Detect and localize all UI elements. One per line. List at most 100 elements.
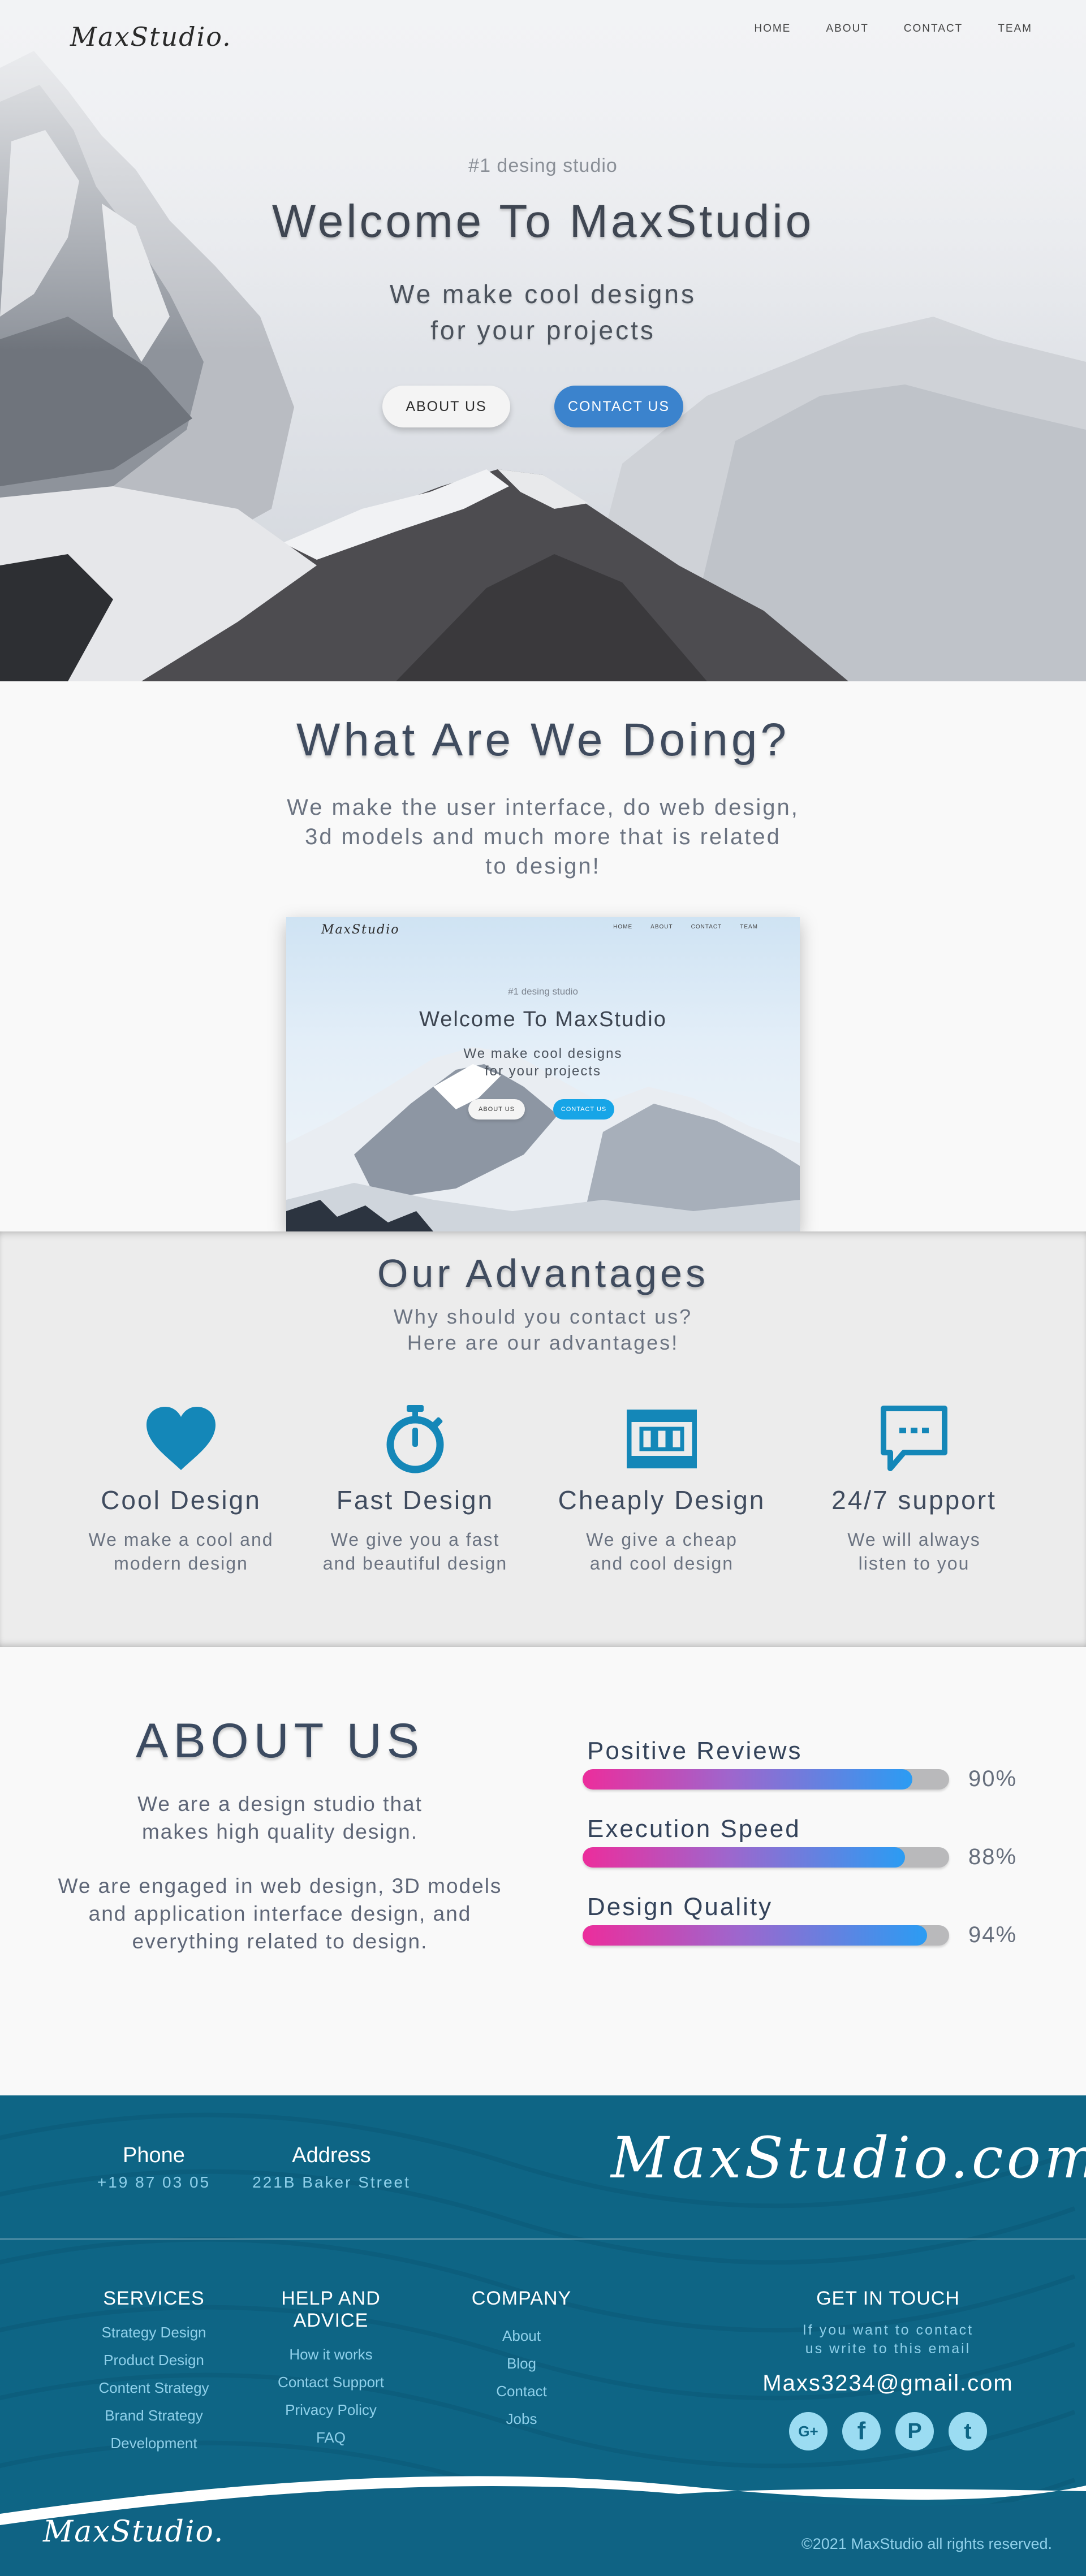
footer-link[interactable]: FAQ bbox=[243, 2424, 419, 2452]
website-preview-image: MaxStudio HOME ABOUT CONTACT TEAM #1 des… bbox=[286, 917, 800, 1231]
nav-team[interactable]: TEAM bbox=[998, 23, 1032, 35]
about-p1-line-1: We are a design studio that bbox=[137, 1792, 423, 1816]
social-links: G+ f P t bbox=[735, 2412, 1041, 2450]
doing-description: We make the user interface, do web desig… bbox=[0, 793, 1086, 881]
preview-subtitle-line-1: We make cool designs bbox=[463, 1046, 623, 1061]
advantage-support: 24/7 support We will always listen to yo… bbox=[790, 1402, 1038, 1575]
pinterest-icon[interactable]: P bbox=[895, 2412, 934, 2450]
contact-email[interactable]: Maxs3234@gmail.com bbox=[735, 2371, 1041, 2396]
advantages-sub-line-2: Here are our advantages! bbox=[407, 1331, 679, 1354]
footer-link[interactable]: Privacy Policy bbox=[243, 2396, 419, 2424]
footer-link[interactable]: Brand Strategy bbox=[75, 2402, 233, 2430]
footer-column-heading: HELP AND ADVICE bbox=[281, 2288, 381, 2331]
footer-link[interactable]: Strategy Design bbox=[75, 2319, 233, 2346]
preview-contact-button: CONTACT US bbox=[553, 1099, 614, 1120]
advantage-desc-line-1: We make a cool and bbox=[88, 1529, 274, 1550]
site-footer: Phone +19 87 03 05 Address 221B Baker St… bbox=[0, 2095, 1086, 2576]
get-in-touch-heading: GET IN TOUCH bbox=[816, 2288, 960, 2309]
about-p1-line-2: makes high quality design. bbox=[141, 1820, 419, 1843]
advantage-desc: We give you a fast and beautiful design bbox=[291, 1528, 540, 1575]
doing-desc-line-3: to design! bbox=[485, 854, 601, 879]
skill-positive-reviews: Positive Reviews 90% bbox=[583, 1737, 1024, 1792]
advantages-subtitle: Why should you contact us? Here are our … bbox=[0, 1304, 1086, 1356]
footer-column-heading: SERVICES bbox=[103, 2288, 205, 2309]
footer-link[interactable]: About bbox=[437, 2322, 606, 2350]
contact-us-button[interactable]: CONTACT US bbox=[554, 386, 683, 427]
skill-progress-fill bbox=[583, 1769, 913, 1790]
advantage-desc-line-2: modern design bbox=[114, 1553, 248, 1574]
footer-link[interactable]: Blog bbox=[437, 2350, 606, 2378]
advantage-desc: We give a cheap and cool design bbox=[537, 1528, 786, 1575]
preview-kicker: #1 desing studio bbox=[508, 986, 578, 997]
about-us-button[interactable]: ABOUT US bbox=[382, 386, 510, 427]
heart-icon bbox=[57, 1402, 305, 1476]
advantage-desc-line-2: listen to you bbox=[858, 1553, 970, 1574]
footer-link[interactable]: Development bbox=[75, 2430, 233, 2457]
advantage-name: Fast Design bbox=[336, 1485, 494, 1515]
footer-column-company: COMPANY About Blog Contact Jobs bbox=[437, 2288, 606, 2433]
nav-home[interactable]: HOME bbox=[754, 23, 791, 35]
skill-label: Execution Speed bbox=[587, 1815, 801, 1843]
footer-link[interactable]: Content Strategy bbox=[75, 2374, 233, 2402]
hero-kicker: #1 desing studio bbox=[468, 155, 618, 176]
skill-progress-bar bbox=[583, 1847, 949, 1868]
doing-desc-line-2: 3d models and much more that is related bbox=[305, 824, 781, 849]
advantages-sub-line-1: Why should you contact us? bbox=[393, 1305, 693, 1328]
address-label: Address bbox=[292, 2143, 371, 2167]
phone-value[interactable]: +19 87 03 05 bbox=[69, 2173, 239, 2192]
skill-progress-fill bbox=[583, 1925, 928, 1946]
skill-row: 88% bbox=[583, 1844, 1024, 1870]
about-title: ABOUT US bbox=[135, 1714, 425, 1768]
footer-link[interactable]: Contact bbox=[437, 2378, 606, 2405]
advantage-fast-design: Fast Design We give you a fast and beaut… bbox=[291, 1402, 540, 1575]
about-p2-line-2: and application interface design, and bbox=[88, 1902, 472, 1925]
footer-link[interactable]: Product Design bbox=[75, 2346, 233, 2374]
advantage-desc: We make a cool and modern design bbox=[57, 1528, 305, 1575]
footer-logo[interactable]: MaxStudio. bbox=[43, 2515, 224, 2549]
nav-contact[interactable]: CONTACT bbox=[904, 23, 963, 35]
skill-percent: 90% bbox=[968, 1766, 1018, 1791]
main-nav: HOME ABOUT CONTACT TEAM bbox=[754, 23, 1032, 35]
get-in-touch-text: If you want to contact us write to this … bbox=[735, 2321, 1041, 2358]
skill-row: 90% bbox=[583, 1766, 1024, 1792]
advantage-desc-line-1: We will always bbox=[847, 1529, 981, 1550]
stopwatch-icon bbox=[291, 1402, 540, 1476]
advantage-desc-line-2: and cool design bbox=[589, 1553, 734, 1574]
google-plus-icon[interactable]: G+ bbox=[789, 2412, 828, 2450]
advantage-desc-line-1: We give a cheap bbox=[586, 1529, 738, 1550]
skill-progress-bar bbox=[583, 1769, 949, 1790]
preview-subtitle: We make cool designs for your projects bbox=[286, 1045, 800, 1080]
site-logo[interactable]: MaxStudio. bbox=[70, 21, 232, 52]
footer-brand: MaxStudio.com bbox=[611, 2125, 1086, 2191]
facebook-icon[interactable]: f bbox=[842, 2412, 881, 2450]
skill-execution-speed: Execution Speed 88% bbox=[583, 1815, 1024, 1870]
footer-column-heading: COMPANY bbox=[471, 2288, 572, 2309]
nav-about[interactable]: ABOUT bbox=[826, 23, 868, 35]
preview-about-button: ABOUT US bbox=[468, 1099, 525, 1120]
preview-nav-home: HOME bbox=[613, 924, 633, 930]
twitter-icon[interactable]: t bbox=[949, 2412, 987, 2450]
get-in-touch-line-1: If you want to contact bbox=[802, 2322, 974, 2338]
preview-nav: HOME ABOUT CONTACT TEAM bbox=[613, 924, 758, 930]
footer-link-list: How it works Contact Support Privacy Pol… bbox=[243, 2341, 419, 2452]
about-p2-line-3: everything related to design. bbox=[132, 1930, 428, 1953]
footer-link[interactable]: Jobs bbox=[437, 2405, 606, 2433]
hero-subtitle-line-1: We make cool designs bbox=[390, 279, 696, 309]
doing-desc-line-1: We make the user interface, do web desig… bbox=[287, 795, 799, 820]
skill-row: 94% bbox=[583, 1922, 1024, 1948]
about-paragraph-2: We are engaged in web design, 3D models … bbox=[0, 1872, 560, 1955]
preview-nav-team: TEAM bbox=[740, 924, 758, 930]
skill-progress-fill bbox=[583, 1847, 906, 1868]
preview-nav-about: ABOUT bbox=[650, 924, 673, 930]
advantage-cheaply-design: Cheaply Design We give a cheap and cool … bbox=[537, 1402, 786, 1575]
hero-title: Welcome To MaxStudio bbox=[272, 196, 815, 247]
footer-link[interactable]: Contact Support bbox=[243, 2368, 419, 2396]
about-p2-line-1: We are engaged in web design, 3D models bbox=[58, 1874, 502, 1898]
advantage-name: Cheaply Design bbox=[558, 1485, 766, 1515]
preview-logo: MaxStudio bbox=[321, 923, 400, 937]
advantage-cool-design: Cool Design We make a cool and modern de… bbox=[57, 1402, 305, 1575]
preview-title: Welcome To MaxStudio bbox=[419, 1008, 667, 1031]
footer-link[interactable]: How it works bbox=[243, 2341, 419, 2368]
address-value: 221B Baker Street bbox=[252, 2173, 411, 2191]
advantage-name: 24/7 support bbox=[831, 1485, 997, 1515]
